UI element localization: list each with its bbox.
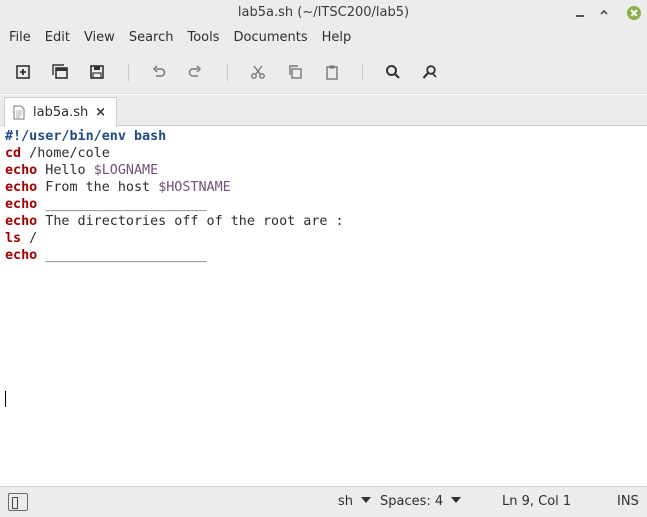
side-panel-toggle-button[interactable] bbox=[8, 493, 28, 511]
tab-lab5a[interactable]: lab5a.sh × bbox=[4, 97, 117, 127]
keyword-token: cd bbox=[5, 146, 22, 161]
new-window-button[interactable] bbox=[49, 61, 71, 83]
toolbar bbox=[0, 50, 647, 94]
paste-icon bbox=[326, 65, 338, 80]
keyword-token: echo bbox=[5, 214, 38, 229]
close-icon bbox=[627, 5, 641, 20]
copy-button[interactable] bbox=[284, 61, 306, 83]
cut-button[interactable] bbox=[247, 61, 269, 83]
menu-edit[interactable]: Edit bbox=[38, 25, 77, 50]
indent-label: Spaces: 4 bbox=[380, 494, 444, 509]
shebang-token: #!/user/bin/env bash bbox=[5, 129, 167, 144]
indent-selector[interactable]: Spaces: 4 bbox=[380, 487, 462, 517]
status-bar: sh Spaces: 4 Ln 9, Col 1 INS bbox=[0, 486, 647, 517]
search-icon bbox=[386, 65, 400, 79]
cursor-position: Ln 9, Col 1 bbox=[502, 494, 572, 509]
text-cursor bbox=[5, 391, 6, 407]
toolbar-separator bbox=[227, 64, 228, 81]
keyword-token: echo bbox=[5, 197, 38, 212]
text-token: Hello bbox=[37, 163, 94, 178]
save-button[interactable] bbox=[86, 61, 108, 83]
text-token: ____________________ bbox=[37, 197, 207, 212]
replace-button[interactable] bbox=[419, 61, 441, 83]
text-token: From the host bbox=[37, 180, 159, 195]
code-line: echo Hello $LOGNAME bbox=[5, 162, 158, 179]
code-line: echo From the host $HOSTNAME bbox=[5, 179, 231, 196]
toolbar-separator bbox=[128, 64, 129, 81]
window-title: lab5a.sh (~/ITSC200/lab5) bbox=[237, 5, 410, 20]
undo-button[interactable] bbox=[148, 61, 170, 83]
save-icon bbox=[90, 65, 104, 79]
minimize-icon bbox=[576, 14, 584, 17]
menu-file[interactable]: File bbox=[2, 25, 38, 50]
insert-mode: INS bbox=[617, 494, 639, 509]
tab-bar: lab5a.sh × bbox=[0, 95, 647, 127]
text-file-icon bbox=[13, 105, 25, 120]
toolbar-separator bbox=[362, 64, 363, 81]
title-bar: lab5a.sh (~/ITSC200/lab5) bbox=[0, 0, 647, 25]
keyword-token: echo bbox=[5, 163, 38, 178]
new-document-button[interactable] bbox=[12, 61, 34, 83]
menu-tools[interactable]: Tools bbox=[180, 25, 226, 50]
close-window-button[interactable] bbox=[622, 0, 646, 25]
maximize-icon bbox=[600, 9, 608, 15]
copy-icon bbox=[289, 65, 302, 79]
text-token: ____________________ bbox=[37, 248, 207, 263]
minimize-button[interactable] bbox=[568, 0, 592, 25]
maximize-button[interactable] bbox=[592, 0, 616, 25]
code-line: #!/user/bin/env bash bbox=[5, 128, 166, 145]
tab-close-button[interactable]: × bbox=[95, 105, 106, 120]
code-line: echo The directories off of the root are… bbox=[5, 213, 344, 230]
menu-view[interactable]: View bbox=[77, 25, 122, 50]
variable-token: $LOGNAME bbox=[93, 163, 159, 178]
code-line: ls / bbox=[5, 230, 37, 247]
text-token: / bbox=[21, 231, 38, 246]
chevron-down-icon bbox=[451, 497, 462, 503]
code-line: echo ____________________ bbox=[5, 247, 207, 264]
redo-icon bbox=[188, 65, 202, 77]
menu-search[interactable]: Search bbox=[122, 25, 181, 50]
replace-icon bbox=[422, 65, 437, 79]
keyword-token: echo bbox=[5, 248, 38, 263]
variable-token: $HOSTNAME bbox=[158, 180, 231, 195]
redo-button[interactable] bbox=[184, 61, 206, 83]
language-label: sh bbox=[338, 494, 354, 509]
code-line: cd /home/cole bbox=[5, 145, 110, 162]
language-selector[interactable]: sh bbox=[338, 487, 372, 517]
search-button[interactable] bbox=[382, 61, 404, 83]
menu-documents[interactable]: Documents bbox=[227, 25, 315, 50]
tab-label: lab5a.sh bbox=[33, 105, 89, 120]
new-window-icon bbox=[52, 64, 68, 79]
text-token: The directories off of the root are : bbox=[37, 214, 344, 229]
text-token: /home/cole bbox=[21, 146, 110, 161]
undo-icon bbox=[152, 65, 166, 77]
menu-help[interactable]: Help bbox=[315, 25, 359, 50]
code-line: echo ____________________ bbox=[5, 196, 207, 213]
paste-button[interactable] bbox=[321, 61, 343, 83]
cut-icon bbox=[251, 65, 265, 79]
menu-bar: File Edit View Search Tools Documents He… bbox=[0, 25, 647, 50]
chevron-down-icon bbox=[361, 497, 372, 503]
text-editor[interactable]: #!/user/bin/env bash cd /home/cole echo He… bbox=[0, 127, 647, 485]
keyword-token: ls bbox=[5, 231, 22, 246]
new-document-icon bbox=[16, 65, 30, 79]
keyword-token: echo bbox=[5, 180, 38, 195]
